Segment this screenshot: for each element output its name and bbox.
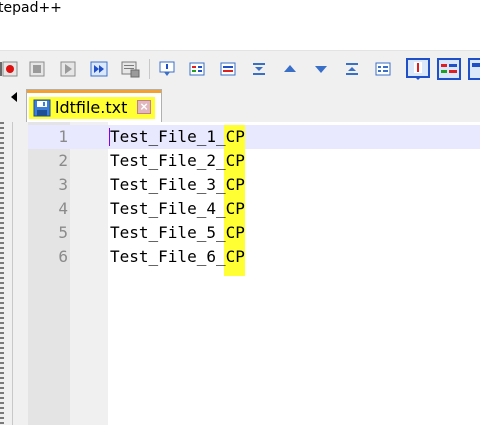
code-line[interactable]: Test_File_4_CP — [110, 197, 245, 221]
code-highlighted-number: 5 — [206, 223, 216, 242]
code-prefix: Test_File_ — [110, 151, 207, 170]
toolbar — [0, 50, 480, 87]
code-prefix: Test_File_ — [110, 175, 207, 194]
find-up-icon[interactable] — [280, 59, 300, 79]
code-line[interactable]: Test_File_5_CP — [110, 221, 245, 245]
window-title: tepad++ — [0, 0, 62, 16]
code-suffix: _CP — [215, 199, 245, 218]
code-highlighted-number: 6 — [206, 247, 216, 266]
code-highlighted-number: 1 — [206, 127, 216, 146]
panel-dash-border — [0, 122, 4, 425]
line-number: 6 — [58, 247, 68, 266]
record-macro-icon[interactable] — [0, 59, 20, 79]
go-to-icon[interactable] — [157, 59, 177, 79]
code-line[interactable]: Test_File_1_CP — [110, 125, 245, 149]
find-down-icon[interactable] — [311, 59, 331, 79]
tab-bar: ldtfile.txt × — [0, 86, 480, 123]
collapse-icon[interactable] — [249, 59, 269, 79]
line-number: 5 — [58, 223, 68, 242]
column-mode-icon[interactable] — [187, 59, 207, 79]
line-number: 2 — [58, 151, 68, 170]
folder-workspace-icon[interactable] — [468, 58, 480, 80]
left-panel-strip — [0, 122, 28, 425]
code-prefix: Test_File_ — [110, 247, 207, 266]
panel-divider — [12, 122, 13, 425]
line-number: 3 — [58, 175, 68, 194]
fold-margin — [70, 122, 108, 425]
code-line[interactable]: Test_File_6_CP — [110, 245, 245, 269]
function-list-icon[interactable] — [437, 58, 461, 80]
active-tab-accent — [27, 90, 161, 93]
code-prefix: Test_File_ — [110, 127, 207, 146]
code-highlighted-number: 4 — [206, 199, 216, 218]
save-file-icon — [33, 99, 51, 122]
close-tab-icon[interactable]: × — [137, 100, 151, 114]
tab-filename: ldtfile.txt — [55, 98, 128, 117]
document-map-icon[interactable] — [406, 58, 430, 80]
code-suffix: _CP — [215, 151, 245, 170]
line-number: 4 — [58, 199, 68, 218]
mark-icon[interactable] — [218, 59, 238, 79]
line-number: 1 — [58, 127, 68, 146]
code-line[interactable]: Test_File_3_CP — [110, 173, 245, 197]
text-caret — [109, 128, 110, 146]
code-line[interactable]: Test_File_2_CP — [110, 149, 245, 173]
scroll-tabs-left-icon[interactable] — [11, 92, 17, 102]
toolbar-separator — [149, 59, 150, 79]
tab-ldtfile[interactable]: ldtfile.txt × — [26, 89, 162, 122]
code-prefix: Test_File_ — [110, 223, 207, 242]
play-macro-icon[interactable] — [58, 59, 78, 79]
code-suffix: _CP — [215, 175, 245, 194]
save-macro-icon[interactable] — [121, 59, 141, 79]
list-icon[interactable] — [373, 59, 393, 79]
run-multiple-macro-icon[interactable] — [89, 59, 109, 79]
code-highlighted-number: 2 — [206, 151, 216, 170]
code-suffix: _CP — [215, 127, 245, 146]
code-prefix: Test_File_ — [110, 199, 207, 218]
stop-record-icon[interactable] — [27, 59, 47, 79]
code-suffix: _CP — [215, 247, 245, 266]
current-line-highlight — [28, 125, 480, 149]
code-highlighted-number: 3 — [206, 175, 216, 194]
expand-icon[interactable] — [342, 59, 362, 79]
code-suffix: _CP — [215, 223, 245, 242]
